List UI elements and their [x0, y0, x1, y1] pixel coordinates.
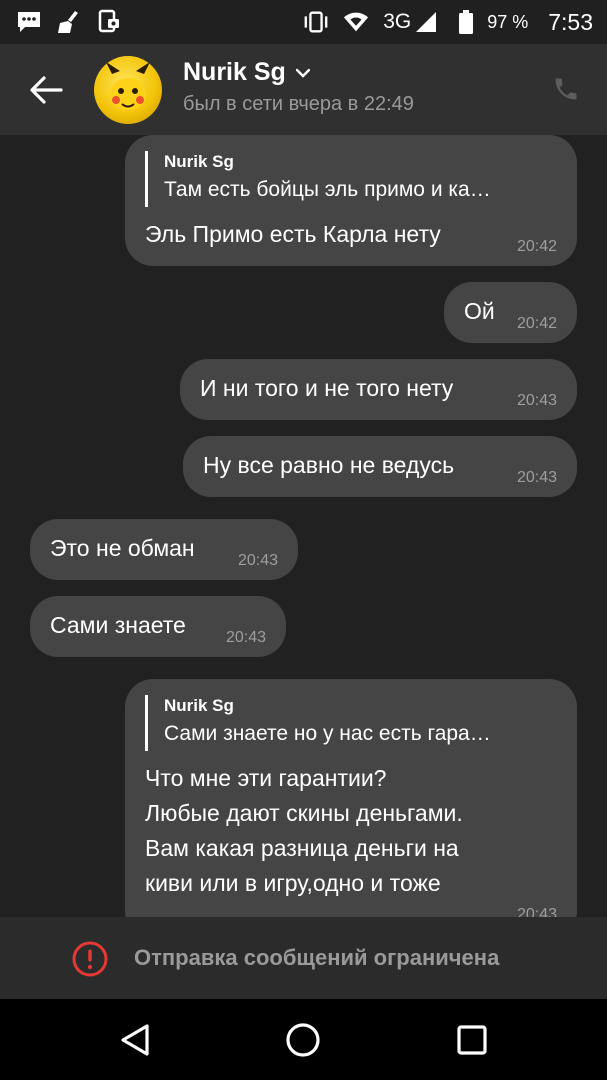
- messaging-restricted-banner: Отправка сообщений ограничена: [0, 917, 607, 999]
- message-bubble-outgoing[interactable]: Ой 20:42: [444, 282, 577, 343]
- message-text-line: киви или в игру,одно и тоже: [145, 870, 441, 896]
- contact-name[interactable]: Nurik Sg: [183, 58, 310, 87]
- circle-home-icon: [285, 1022, 321, 1058]
- message-bubble-outgoing[interactable]: Nurik Sg Сами знаете но у нас есть гара……: [125, 679, 577, 917]
- message-text-line: Вам какая разница деньги на: [145, 835, 459, 861]
- signal-icon: [413, 9, 439, 35]
- arrow-left-icon: [29, 76, 63, 104]
- reply-quote[interactable]: Nurik Sg Сами знаете но у нас есть гара…: [145, 695, 557, 751]
- message-bubble-outgoing[interactable]: И ни того и не того нету 20:43: [180, 359, 577, 420]
- message-text-line: Что мне эти гарантии?: [145, 765, 387, 791]
- restricted-text: Отправка сообщений ограничена: [134, 945, 500, 970]
- nav-back-button[interactable]: [116, 1021, 154, 1059]
- chat-header: Nurik Sg был в сети вчера в 22:49: [0, 44, 607, 135]
- message-bubble-incoming[interactable]: Это не обман 20:43: [30, 519, 298, 580]
- wifi-icon: [343, 9, 369, 35]
- network-type-label: 3G: [383, 10, 412, 33]
- message-time: 20:43: [516, 469, 557, 486]
- message-text-line: Любые дают скины деньгами.: [145, 800, 463, 826]
- cleaner-icon: [56, 9, 82, 35]
- triangle-back-icon: [119, 1023, 151, 1057]
- message-bubble-outgoing[interactable]: Nurik Sg Там есть бойцы эль примо и ка… …: [125, 135, 577, 266]
- nav-recents-button[interactable]: [453, 1021, 491, 1059]
- message-text: И ни того и не того нету: [200, 375, 454, 401]
- reply-quote[interactable]: Nurik Sg Там есть бойцы эль примо и ка…: [145, 151, 557, 207]
- square-recents-icon: [456, 1024, 488, 1056]
- quote-author: Nurik Sg: [164, 696, 234, 715]
- message-time: 20:43: [516, 392, 557, 409]
- screenshot-icon: [96, 9, 122, 35]
- avatar[interactable]: [94, 56, 162, 124]
- message-text: Эль Примо есть Карла нету: [145, 221, 441, 247]
- message-time: 20:42: [516, 238, 557, 255]
- message-time: 20:43: [225, 629, 266, 646]
- contact-name-label: Nurik Sg: [183, 58, 286, 86]
- message-time: 20:43: [237, 552, 278, 569]
- battery-percent: 97 %: [487, 11, 529, 32]
- message-list[interactable]: Nurik Sg Там есть бойцы эль примо и ка… …: [0, 135, 607, 917]
- phone-icon: [552, 75, 580, 103]
- battery-icon: [453, 9, 479, 35]
- nav-home-button[interactable]: [284, 1021, 322, 1059]
- vibrate-icon: [303, 9, 329, 35]
- quote-author: Nurik Sg: [164, 152, 234, 171]
- message-time: 20:43: [516, 906, 557, 917]
- system-navigation-bar: [0, 999, 607, 1080]
- message-bubble-incoming[interactable]: Сами знаете 20:43: [30, 596, 286, 657]
- message-bubble-outgoing[interactable]: Ну все равно не ведусь 20:43: [183, 436, 577, 497]
- status-bar: 3G 97 % 7:53: [0, 0, 607, 44]
- message-time: 20:42: [516, 315, 557, 332]
- chevron-down-icon: [295, 68, 310, 78]
- message-text: Ну все равно не ведусь: [203, 452, 455, 478]
- last-seen-status: был в сети вчера в 22:49: [183, 93, 414, 115]
- quote-text: Там есть бойцы эль примо и ка…: [164, 178, 491, 201]
- clock: 7:53: [548, 8, 593, 35]
- back-button[interactable]: [24, 68, 68, 112]
- alert-circle-icon: [72, 941, 108, 977]
- message-notification-icon: [16, 9, 42, 35]
- quote-text: Сами знаете но у нас есть гара…: [164, 722, 491, 745]
- call-button[interactable]: [549, 72, 583, 106]
